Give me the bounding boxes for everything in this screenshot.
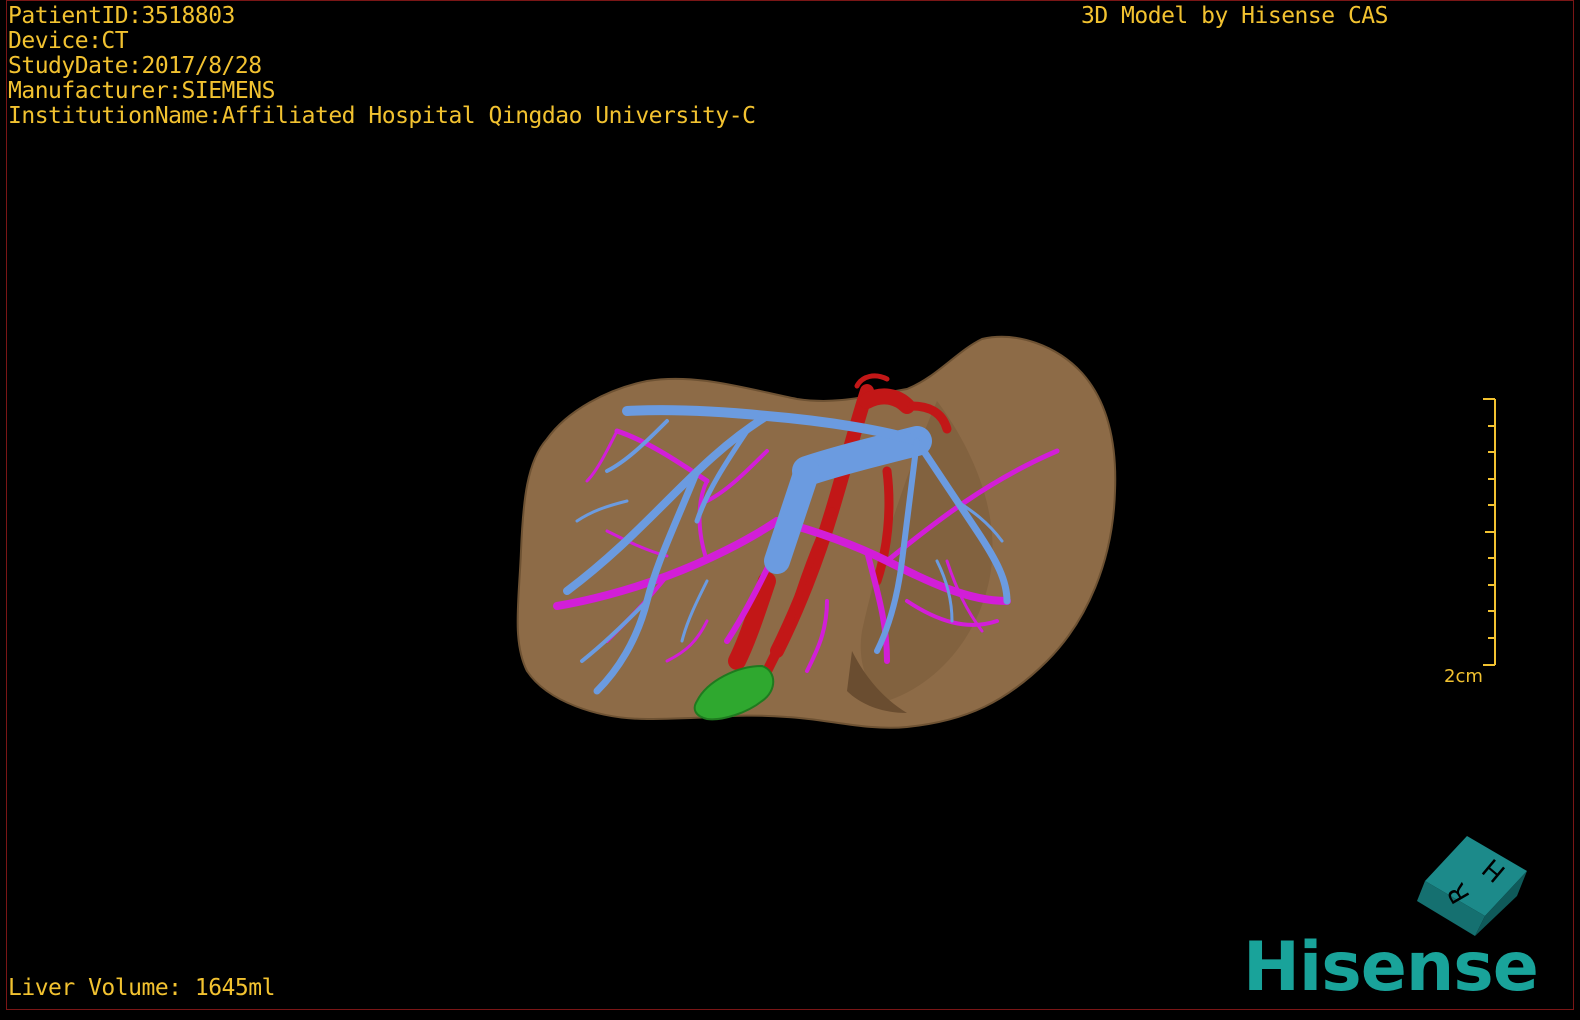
3d-viewport[interactable]: PatientID:3518803 Device:CT StudyDate:20… bbox=[6, 0, 1574, 1010]
liver-volume-text: Liver Volume: 1645ml bbox=[8, 975, 275, 1001]
scale-bar-label: 2cm bbox=[1444, 666, 1483, 687]
scale-bar bbox=[1483, 398, 1496, 666]
hisense-logo: Hisense bbox=[1243, 928, 1539, 1007]
liver-3d-model[interactable]: H R bbox=[7, 1, 1573, 1009]
orientation-cube-icon: H R bbox=[1417, 836, 1527, 936]
